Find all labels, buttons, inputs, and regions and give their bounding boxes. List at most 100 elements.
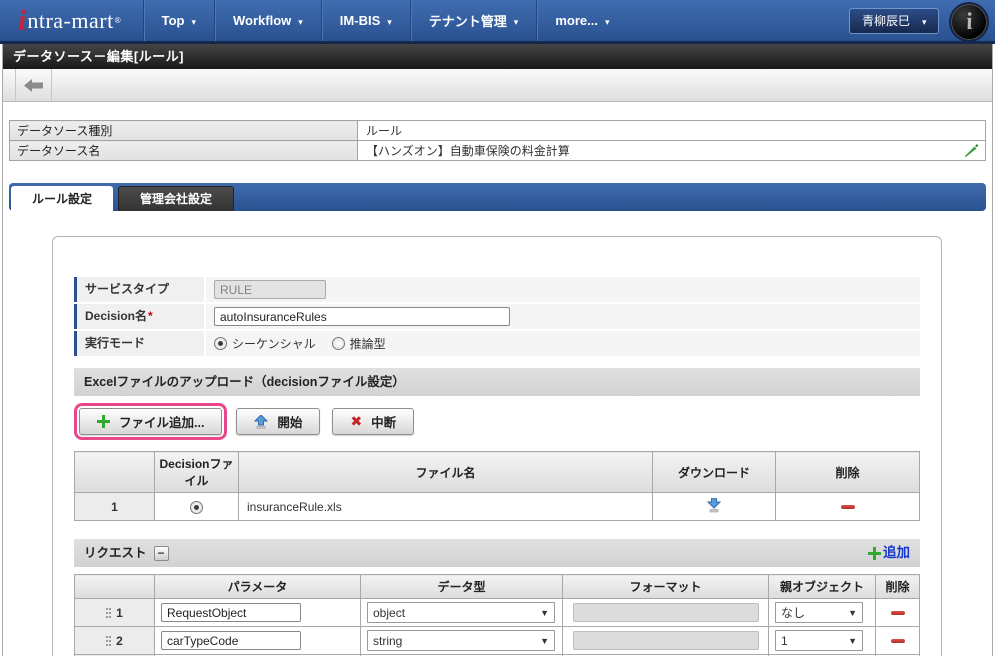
edit-pencil-icon[interactable] xyxy=(963,143,979,159)
navbar-right-group: 青柳辰巳 ▾ i xyxy=(849,0,995,42)
parent-object-select[interactable]: なし ▼ xyxy=(775,602,863,623)
abort-button[interactable]: ✖ 中断 xyxy=(332,408,415,435)
delete-file-icon[interactable] xyxy=(840,505,855,510)
param-col-type: データ型 xyxy=(360,574,563,599)
param-col-parent: 親オブジェクト xyxy=(768,574,876,599)
param-col-index xyxy=(74,574,155,599)
nav-item-label: テナント管理 xyxy=(428,14,507,29)
parent-object-value: 1 xyxy=(781,633,788,648)
table-row: 1 insuranceRule.xls xyxy=(74,492,920,521)
param-col-format: フォーマット xyxy=(562,574,769,599)
add-file-button[interactable]: ファイル追加... xyxy=(79,408,223,435)
chevron-down-icon: ▾ xyxy=(191,16,196,27)
logo-text: ntra-mart xyxy=(27,7,114,33)
delete-parameter-icon[interactable] xyxy=(890,611,905,616)
red-x-icon: ✖ xyxy=(350,413,363,429)
data-type-value: string xyxy=(373,633,403,648)
tab-admin-company-settings[interactable]: 管理会社設定 xyxy=(118,186,235,211)
drag-handle-icon[interactable] xyxy=(106,636,109,639)
datasource-type-label: データソース種別 xyxy=(9,120,358,141)
page-content: データソース種別 ルール データソース名 【ハンズオン】自動車保険の料金計算 ル… xyxy=(3,120,992,656)
download-icon[interactable] xyxy=(706,497,722,513)
chevron-down-icon: ▾ xyxy=(387,16,392,27)
page-frame: データソース－編集[ルール] データソース種別 ルール データソース名 【ハンズ… xyxy=(2,44,993,656)
plus-icon xyxy=(868,546,881,560)
rule-settings-panel: サービスタイプ Decision名* 実行モード xyxy=(52,236,942,656)
parent-object-value: なし xyxy=(781,606,806,620)
decision-file-radio[interactable] xyxy=(190,500,203,514)
decision-file-table: Decisionファイル ファイル名 ダウンロード 削除 1 insurance… xyxy=(74,451,920,521)
param-col-delete: 削除 xyxy=(875,574,920,599)
datasource-name-label: データソース名 xyxy=(9,140,358,161)
file-col-download: ダウンロード xyxy=(652,451,776,493)
table-row: 2 string ▼ 1 ▼ xyxy=(74,626,920,655)
nav-item-more[interactable]: more... ▾ xyxy=(536,0,627,41)
decision-name-field[interactable] xyxy=(214,307,510,326)
intra-mart-badge-icon[interactable]: i xyxy=(949,1,989,42)
pink-highlight-annotation: ファイル追加... xyxy=(74,403,228,440)
required-asterisk: * xyxy=(148,309,153,323)
parameter-name-input[interactable] xyxy=(161,631,301,650)
param-row-index: 1 xyxy=(116,605,123,620)
add-link-label: 追加 xyxy=(883,545,910,560)
start-button[interactable]: 開始 xyxy=(236,408,321,435)
format-input[interactable] xyxy=(572,603,759,622)
radio-sequential-label: シーケンシャル xyxy=(232,337,316,351)
request-section-title: リクエスト xyxy=(84,546,147,560)
datasource-info-table: データソース種別 ルール データソース名 【ハンズオン】自動車保険の料金計算 xyxy=(9,120,986,161)
exec-mode-label: 実行モード xyxy=(74,331,204,356)
intra-mart-logo[interactable]: i ntra-mart ® xyxy=(0,0,143,41)
table-header-row: Decisionファイル ファイル名 ダウンロード 削除 xyxy=(74,451,920,493)
plus-icon xyxy=(97,415,110,428)
delete-parameter-icon[interactable] xyxy=(890,639,905,644)
table-row: 3 ▼ ▼ xyxy=(74,654,920,656)
parameter-name-input[interactable] xyxy=(161,603,301,622)
abort-button-label: 中断 xyxy=(371,416,397,430)
parent-object-select[interactable]: 1 ▼ xyxy=(775,630,863,651)
nav-item-top[interactable]: Top ▾ xyxy=(142,0,214,41)
toolbar xyxy=(3,69,992,102)
nav-item-workflow[interactable]: Workflow ▾ xyxy=(214,0,321,41)
logo-registered-mark: ® xyxy=(114,16,121,25)
table-row: 1 object ▼ なし ▼ xyxy=(74,598,920,627)
radio-inference[interactable] xyxy=(331,337,345,350)
chevron-down-icon: ▾ xyxy=(604,16,610,27)
service-type-row: サービスタイプ xyxy=(74,277,920,302)
file-row-index: 1 xyxy=(74,492,155,521)
decision-name-label: Decision名* xyxy=(74,304,204,329)
data-type-select[interactable]: string ▼ xyxy=(367,630,555,651)
user-menu-button[interactable]: 青柳辰巳 ▾ xyxy=(849,7,939,34)
excel-upload-section-title: Excelファイルのアップロード（decisionファイル設定） xyxy=(84,375,405,389)
select-arrow-icon: ▼ xyxy=(540,635,549,646)
table-row: データソース種別 ルール xyxy=(9,120,986,141)
page-title: データソース－編集[ルール] xyxy=(3,44,992,69)
data-type-value: object xyxy=(373,605,406,620)
service-type-label: サービスタイプ xyxy=(74,277,204,302)
nav-item-label: more... xyxy=(555,13,598,28)
file-col-index xyxy=(74,451,155,493)
back-button[interactable] xyxy=(15,69,52,101)
add-parameter-link[interactable]: 追加 xyxy=(868,539,910,567)
collapse-section-button[interactable]: − xyxy=(153,545,169,561)
datasource-name-value: 【ハンズオン】自動車保険の料金計算 xyxy=(366,144,570,158)
chevron-down-icon: ▾ xyxy=(298,16,303,27)
file-col-decision: Decisionファイル xyxy=(154,451,239,493)
back-arrow-icon xyxy=(24,78,43,92)
nav-item-tenant-admin[interactable]: テナント管理 ▾ xyxy=(409,0,537,41)
request-parameters-table: パラメータ データ型 フォーマット 親オブジェクト 削除 1 object ▼ xyxy=(74,574,920,656)
datasource-type-value: ルール xyxy=(357,120,986,141)
decision-name-row: Decision名* xyxy=(74,304,920,329)
drag-handle-icon[interactable] xyxy=(106,608,109,611)
tab-rule-settings[interactable]: ルール設定 xyxy=(11,186,114,211)
badge-glyph: i xyxy=(963,8,975,35)
nav-item-label: IM-BIS xyxy=(339,13,381,28)
radio-sequential[interactable] xyxy=(214,337,227,350)
logo-i-swirl-icon: i xyxy=(18,3,27,37)
nav-item-im-bis[interactable]: IM-BIS ▾ xyxy=(320,0,410,41)
nav-item-label: Workflow xyxy=(233,13,292,28)
start-button-label: 開始 xyxy=(277,416,303,430)
format-input[interactable] xyxy=(572,631,759,650)
data-type-select[interactable]: object ▼ xyxy=(367,602,555,623)
select-arrow-icon: ▼ xyxy=(848,607,857,618)
service-type-field[interactable] xyxy=(214,280,326,299)
